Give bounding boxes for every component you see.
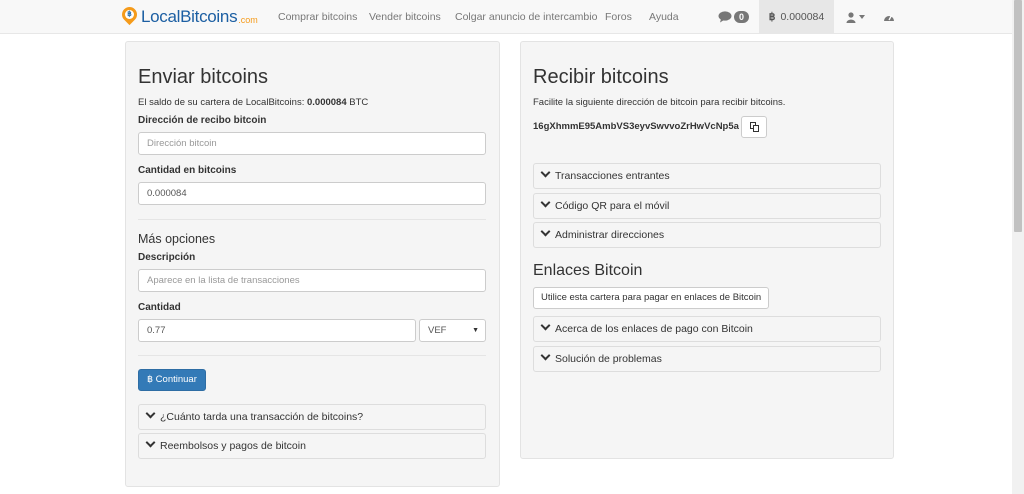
receive-instructions: Facilite la siguiente dirección de bitco…: [533, 97, 786, 108]
select-arrow-icon: ▼: [472, 327, 479, 334]
receive-title: Recibir bitcoins: [533, 66, 669, 88]
receive-bitcoins-panel: Recibir bitcoins Facilite la siguiente d…: [520, 41, 894, 459]
accordion-troubleshooting[interactable]: Solución de problemas: [533, 346, 881, 372]
balance-button[interactable]: ฿ 0.000084: [759, 0, 834, 34]
accordion-label: Administrar direcciones: [555, 229, 665, 241]
top-navbar: ฿ LocalBitcoins .com Comprar bitcoins Ve…: [0, 0, 1012, 34]
chat-button[interactable]: 0: [718, 0, 750, 34]
chevron-down-icon: [540, 197, 551, 208]
accordion-incoming-transactions[interactable]: Transacciones entrantes: [533, 163, 881, 189]
accordion-label: Solución de problemas: [555, 353, 662, 365]
copy-icon: [750, 122, 759, 132]
accordion-refunds[interactable]: Reembolsos y pagos de bitcoin: [138, 433, 486, 459]
address-label: Dirección de recibo bitcoin: [138, 115, 267, 126]
balance-prefix: El saldo de su cartera de LocalBitcoins:: [138, 97, 307, 108]
wallet-balance-text: El saldo de su cartera de LocalBitcoins:…: [138, 97, 368, 108]
quantity-input[interactable]: 0.77: [138, 319, 416, 342]
bitcoin-symbol: ฿: [768, 11, 776, 23]
dashboard-button[interactable]: [883, 0, 895, 34]
chevron-down-icon: [540, 226, 551, 237]
copy-address-button[interactable]: [741, 116, 767, 138]
more-options-heading: Más opciones: [138, 232, 216, 246]
currency-value: VEF: [428, 325, 447, 336]
accordion-label: ¿Cuánto tarda una transacción de bitcoin…: [160, 411, 364, 423]
chat-count-badge: 0: [734, 11, 750, 23]
logo-pin-icon: ฿: [118, 3, 141, 27]
user-icon: [846, 11, 856, 23]
chevron-down-icon: [145, 408, 156, 419]
page-scrollbar[interactable]: [1012, 0, 1024, 494]
caret-down-icon: [859, 15, 865, 19]
accordion-label: Transacciones entrantes: [555, 170, 670, 182]
description-label: Descripción: [138, 252, 196, 263]
continue-button[interactable]: ฿ Continuar: [138, 369, 206, 391]
nav-post-trade[interactable]: Colgar anuncio de intercambio: [455, 0, 597, 34]
balance-unit: BTC: [346, 97, 369, 108]
quantity-label: Cantidad: [138, 302, 181, 313]
accordion-about-payment-links[interactable]: Acerca de los enlaces de pago con Bitcoi…: [533, 316, 881, 342]
dashboard-icon: [884, 15, 894, 21]
currency-select[interactable]: VEF ▼: [419, 319, 486, 342]
description-input[interactable]: Aparece en la lista de transacciones: [138, 269, 486, 292]
amount-label: Cantidad en bitcoins: [138, 165, 237, 176]
receive-address[interactable]: 16gXhmmE95AmbVS3eyvSwvvoZrHwVcNp5a: [533, 121, 739, 132]
scrollbar-thumb[interactable]: [1014, 0, 1022, 232]
brand-tld: .com: [238, 14, 258, 25]
bitcoin-links-title: Enlaces Bitcoin: [533, 262, 643, 279]
accordion-label: Acerca de los enlaces de pago con Bitcoi…: [555, 323, 753, 335]
nav-help[interactable]: Ayuda: [649, 0, 679, 34]
amount-input[interactable]: 0.000084: [138, 182, 486, 205]
accordion-label: Reembolsos y pagos de bitcoin: [160, 440, 306, 452]
address-input[interactable]: Dirección bitcoin: [138, 132, 486, 155]
chevron-down-icon: [540, 350, 551, 361]
nav-sell-bitcoins[interactable]: Vender bitcoins: [369, 0, 441, 34]
accordion-manage-addresses[interactable]: Administrar direcciones: [533, 222, 881, 248]
nav-forums[interactable]: Foros: [605, 0, 632, 34]
chat-icon: [718, 11, 732, 23]
brand-name: LocalBitcoins: [141, 7, 238, 26]
use-wallet-links-button[interactable]: Utilice esta cartera para pagar en enlac…: [533, 287, 770, 309]
accordion-transaction-time[interactable]: ¿Cuánto tarda una transacción de bitcoin…: [138, 404, 486, 430]
navbar-balance: 0.000084: [780, 11, 825, 23]
chevron-down-icon: [540, 167, 551, 178]
send-title: Enviar bitcoins: [138, 66, 269, 88]
balance-value: 0.000084: [306, 97, 347, 108]
chevron-down-icon: [540, 320, 551, 331]
chevron-down-icon: [145, 437, 156, 448]
send-bitcoins-panel: Enviar bitcoins El saldo de su cartera d…: [125, 41, 500, 487]
user-menu-button[interactable]: [846, 0, 865, 34]
accordion-label: Código QR para el móvil: [555, 200, 670, 212]
brand-logo[interactable]: ฿ LocalBitcoins .com: [118, 3, 258, 28]
divider: [138, 355, 486, 356]
divider: [138, 219, 486, 220]
accordion-qr-code[interactable]: Código QR para el móvil: [533, 193, 881, 219]
nav-buy-bitcoins[interactable]: Comprar bitcoins: [278, 0, 357, 34]
